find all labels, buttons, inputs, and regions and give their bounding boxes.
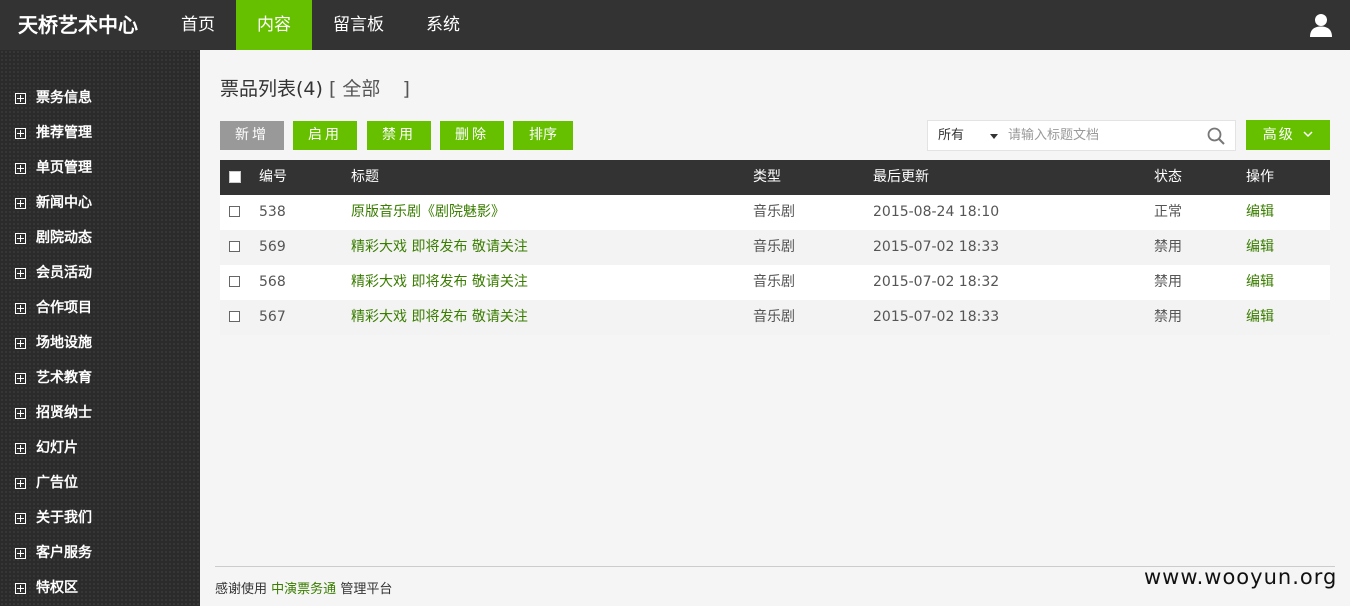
nav-item-home[interactable]: 首页 [160, 0, 236, 50]
sidebar-item-recruitment[interactable]: 招贤纳士 [15, 403, 92, 423]
expand-icon [15, 197, 26, 209]
row-checkbox[interactable] [229, 311, 240, 322]
delete-button[interactable]: 删除 [440, 121, 504, 150]
sidebar-item-news[interactable]: 新闻中心 [15, 193, 92, 213]
expand-icon [15, 337, 26, 349]
chevron-down-icon [1303, 131, 1313, 138]
sidebar-item-service[interactable]: 客户服务 [15, 543, 92, 563]
row-status: 正常 [1154, 204, 1182, 220]
sidebar-item-pages[interactable]: 单页管理 [15, 158, 92, 178]
footer: 感谢使用 中演票务通 管理平台 [215, 582, 393, 597]
nav-item-content[interactable]: 内容 [236, 0, 312, 50]
expand-icon [15, 92, 26, 104]
expand-icon [15, 547, 26, 559]
sidebar: 票务信息 推荐管理 单页管理 新闻中心 剧院动态 会员活动 合作项目 场地设施 … [0, 50, 200, 606]
add-button[interactable]: 新增 [220, 121, 284, 150]
row-edit-link[interactable]: 编辑 [1246, 265, 1274, 300]
row-title-link[interactable]: 精彩大戏 即将发布 敬请关注 [351, 300, 528, 335]
sidebar-item-about[interactable]: 关于我们 [15, 508, 92, 528]
watermark: www.wooyun.org [1144, 565, 1338, 589]
row-edit-link[interactable]: 编辑 [1246, 195, 1274, 230]
expand-icon [15, 267, 26, 279]
expand-icon [15, 302, 26, 314]
row-updated: 2015-07-02 18:33 [873, 309, 1000, 325]
row-updated: 2015-07-02 18:33 [873, 239, 1000, 255]
user-icon[interactable] [1310, 13, 1332, 37]
expand-icon [15, 442, 26, 454]
search-box: 所有 [927, 120, 1236, 151]
sidebar-item-slides[interactable]: 幻灯片 [15, 438, 78, 458]
sidebar-item-privilege[interactable]: 特权区 [15, 578, 78, 598]
sidebar-item-ads[interactable]: 广告位 [15, 473, 78, 493]
sort-button[interactable]: 排序 [513, 121, 573, 150]
row-status: 禁用 [1154, 309, 1182, 325]
filter-close: ] [402, 78, 410, 100]
col-id: 编号 [259, 169, 287, 185]
sidebar-item-partners[interactable]: 合作项目 [15, 298, 92, 318]
table-header: 编号 标题 类型 最后更新 状态 操作 [220, 160, 1330, 195]
col-title: 标题 [351, 169, 379, 185]
sidebar-item-member-events[interactable]: 会员活动 [15, 263, 92, 283]
enable-button[interactable]: 启用 [293, 121, 357, 150]
row-edit-link[interactable]: 编辑 [1246, 300, 1274, 335]
top-bar: 天桥艺术中心 首页 内容 留言板 系统 [0, 0, 1350, 50]
expand-icon [15, 127, 26, 139]
expand-icon [15, 477, 26, 489]
row-id: 568 [259, 274, 286, 290]
row-updated: 2015-08-24 18:10 [873, 204, 1000, 220]
sidebar-item-recommend[interactable]: 推荐管理 [15, 123, 92, 143]
nav-item-guestbook[interactable]: 留言板 [312, 0, 405, 50]
main-nav: 首页 内容 留言板 系统 [160, 0, 481, 50]
row-type: 音乐剧 [753, 309, 795, 325]
row-id: 538 [259, 204, 286, 220]
row-id: 567 [259, 309, 286, 325]
ticket-table: 编号 标题 类型 最后更新 状态 操作 538 原版音乐剧《剧院魅影》 音乐剧 … [220, 160, 1330, 335]
sidebar-item-facilities[interactable]: 场地设施 [15, 333, 92, 353]
row-checkbox[interactable] [229, 206, 240, 217]
row-edit-link[interactable]: 编辑 [1246, 230, 1274, 265]
footer-product-link[interactable]: 中演票务通 [271, 582, 336, 597]
sidebar-item-tickets[interactable]: 票务信息 [15, 88, 92, 108]
table-row: 567 精彩大戏 即将发布 敬请关注 音乐剧 2015-07-02 18:33 … [220, 300, 1330, 335]
col-type: 类型 [753, 169, 781, 185]
row-status: 禁用 [1154, 274, 1182, 290]
search-icon[interactable] [1207, 127, 1225, 145]
disable-button[interactable]: 禁用 [367, 121, 431, 150]
row-updated: 2015-07-02 18:32 [873, 274, 1000, 290]
row-title-link[interactable]: 原版音乐剧《剧院魅影》 [351, 195, 505, 230]
table-row: 569 精彩大戏 即将发布 敬请关注 音乐剧 2015-07-02 18:33 … [220, 230, 1330, 265]
caret-down-icon [990, 134, 998, 139]
sidebar-item-theater-news[interactable]: 剧院动态 [15, 228, 92, 248]
row-type: 音乐剧 [753, 239, 795, 255]
filter-open[interactable]: [ 全部 [329, 78, 380, 100]
col-action: 操作 [1246, 169, 1274, 185]
search-scope-select[interactable]: 所有 [928, 121, 1004, 150]
expand-icon [15, 232, 26, 244]
row-id: 569 [259, 239, 286, 255]
search-input[interactable] [1008, 121, 1198, 150]
table-row: 538 原版音乐剧《剧院魅影》 音乐剧 2015-08-24 18:10 正常 … [220, 195, 1330, 230]
col-updated: 最后更新 [873, 169, 929, 185]
row-title-link[interactable]: 精彩大戏 即将发布 敬请关注 [351, 265, 528, 300]
row-status: 禁用 [1154, 239, 1182, 255]
col-status: 状态 [1154, 169, 1182, 185]
row-type: 音乐剧 [753, 204, 795, 220]
row-type: 音乐剧 [753, 274, 795, 290]
table-row: 568 精彩大戏 即将发布 敬请关注 音乐剧 2015-07-02 18:32 … [220, 265, 1330, 300]
row-title-link[interactable]: 精彩大戏 即将发布 敬请关注 [351, 230, 528, 265]
advanced-button[interactable]: 高级 [1246, 120, 1330, 150]
brand-title[interactable]: 天桥艺术中心 [18, 0, 138, 50]
expand-icon [15, 372, 26, 384]
expand-icon [15, 582, 26, 594]
row-checkbox[interactable] [229, 241, 240, 252]
page-title: 票品列表(4) [ 全部 ] [220, 78, 410, 100]
sidebar-item-education[interactable]: 艺术教育 [15, 368, 92, 388]
select-all-checkbox[interactable] [229, 171, 241, 183]
row-checkbox[interactable] [229, 276, 240, 287]
expand-icon [15, 512, 26, 524]
expand-icon [15, 407, 26, 419]
nav-item-system[interactable]: 系统 [405, 0, 481, 50]
expand-icon [15, 162, 26, 174]
